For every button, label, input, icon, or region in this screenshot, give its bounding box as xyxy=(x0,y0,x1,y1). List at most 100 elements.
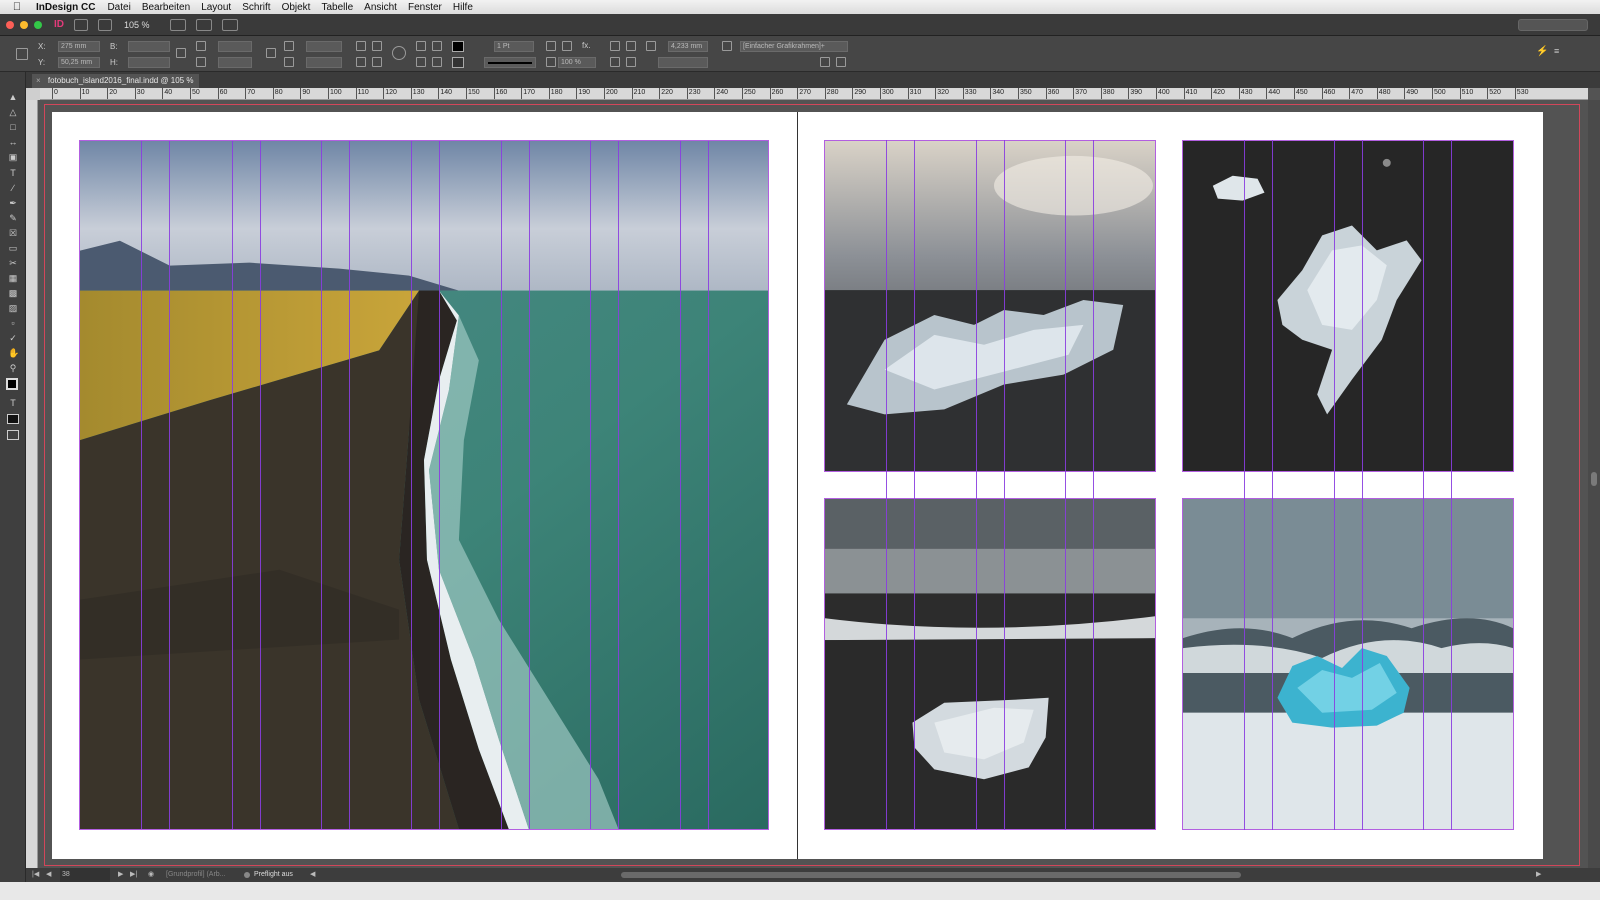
select-container-button[interactable] xyxy=(416,41,426,51)
constrain-scale-icon[interactable] xyxy=(266,48,276,58)
direct-selection-tool-icon[interactable]: △ xyxy=(8,107,18,117)
menu-tabelle[interactable]: Tabelle xyxy=(321,2,353,13)
opacity-field[interactable]: 100 % xyxy=(558,57,596,68)
content-collector-icon[interactable]: ▣ xyxy=(8,152,18,162)
rotate-cw-button[interactable] xyxy=(356,41,366,51)
close-window-button[interactable] xyxy=(6,20,14,29)
menu-datei[interactable]: Datei xyxy=(107,2,130,13)
fit-content-frame-icon[interactable] xyxy=(610,41,620,51)
stroke-swatch[interactable] xyxy=(452,57,464,68)
fill-swatch[interactable] xyxy=(452,41,464,52)
rotation-field[interactable] xyxy=(306,41,342,52)
image-frame-blue-ice[interactable] xyxy=(1182,498,1514,830)
view-options-button[interactable] xyxy=(98,18,112,31)
selection-tool-icon[interactable]: ▲ xyxy=(8,92,18,102)
offset-field[interactable]: 4,233 mm xyxy=(668,41,708,52)
arrange-documents-button[interactable] xyxy=(195,18,212,31)
open-document-icon[interactable]: ◉ xyxy=(148,868,154,882)
screen-mode-button[interactable] xyxy=(169,18,186,31)
shear-field[interactable] xyxy=(306,57,342,68)
lightning-icon[interactable]: ⚡ xyxy=(1536,46,1548,57)
app-menu[interactable]: InDesign CC xyxy=(36,2,95,13)
scroll-left-button[interactable]: ◀ xyxy=(310,868,315,882)
type-tool-icon[interactable]: T xyxy=(8,168,18,178)
bridge-button[interactable] xyxy=(74,18,88,31)
page-number-field[interactable]: 38 xyxy=(60,868,110,882)
y-position-field[interactable]: 50,25 mm xyxy=(58,57,100,68)
new-style-icon[interactable] xyxy=(836,57,846,67)
fill-frame-icon[interactable] xyxy=(562,41,572,51)
close-tab-icon[interactable]: × xyxy=(36,76,41,85)
zoom-level-dropdown[interactable]: 105 % xyxy=(124,20,150,30)
last-page-button[interactable]: ▶| xyxy=(130,868,137,882)
center-content-icon[interactable] xyxy=(610,57,620,67)
frame-fitting-icon[interactable] xyxy=(546,41,556,51)
page-tool-icon[interactable]: □ xyxy=(8,122,18,132)
constrain-proportions-icon[interactable] xyxy=(176,48,186,58)
vertical-ruler[interactable] xyxy=(26,100,38,868)
search-input[interactable] xyxy=(1518,19,1588,31)
stroke-weight-field[interactable]: 1 Pt xyxy=(494,41,534,52)
normal-view-icon[interactable] xyxy=(7,414,19,424)
vertical-scrollbar[interactable] xyxy=(1588,100,1600,868)
text-wrap-icon[interactable] xyxy=(646,41,656,51)
horizontal-ruler[interactable]: 0 10 20 30 40 50 60 70 80 90 100 110 120 130 140 150 160… xyxy=(40,88,1588,100)
pen-tool-icon[interactable]: ✒ xyxy=(8,198,18,208)
image-frame-aerial-coast[interactable] xyxy=(79,140,769,830)
zoom-tool-icon[interactable]: ⚲ xyxy=(8,363,18,373)
pencil-tool-icon[interactable]: ✎ xyxy=(8,213,18,223)
image-frame-ice-top[interactable] xyxy=(1182,140,1514,472)
zoom-window-button[interactable] xyxy=(34,20,42,29)
minimize-window-button[interactable] xyxy=(20,20,28,29)
panel-menu-icon[interactable]: ≡ xyxy=(1554,46,1564,56)
gradient-feather-tool-icon[interactable]: ▨ xyxy=(8,303,18,313)
menu-layout[interactable]: Layout xyxy=(201,2,231,13)
rotate-ccw-button[interactable] xyxy=(372,41,382,51)
rectangle-tool-icon[interactable]: ▭ xyxy=(8,243,18,253)
preflight-status-label[interactable]: Preflight aus xyxy=(254,868,293,882)
select-next-button[interactable] xyxy=(432,57,442,67)
fill-stroke-icon[interactable] xyxy=(6,378,18,390)
height-field[interactable] xyxy=(128,57,170,68)
horizontal-scroll-thumb[interactable] xyxy=(621,872,1241,878)
first-page-button[interactable]: |◀ xyxy=(32,868,39,882)
scale-y-field[interactable] xyxy=(218,57,252,68)
fit-frame-content-icon[interactable] xyxy=(626,41,636,51)
object-style-dropdown[interactable]: [Einfacher Grafikrahmen]+ xyxy=(740,41,848,52)
next-page-button[interactable]: ▶ xyxy=(118,868,123,882)
previous-page-button[interactable]: ◀ xyxy=(46,868,51,882)
stroke-type-dropdown[interactable] xyxy=(484,57,536,68)
width-field[interactable] xyxy=(128,41,170,52)
formatting-affects-container-icon[interactable]: T xyxy=(8,398,18,408)
ruler-origin[interactable] xyxy=(26,88,40,100)
pasteboard[interactable] xyxy=(40,100,1588,868)
apple-icon[interactable]:  xyxy=(10,1,24,13)
select-previous-button[interactable] xyxy=(416,57,426,67)
clear-overrides-icon[interactable] xyxy=(820,57,830,67)
image-frame-ice-sunlit[interactable] xyxy=(824,140,1156,472)
preflight-profile-dropdown[interactable]: [Grundprofil] (Arb... xyxy=(166,868,226,882)
menu-bearbeiten[interactable]: Bearbeiten xyxy=(142,2,190,13)
note-tool-icon[interactable]: ▫ xyxy=(8,318,18,328)
workspace-button[interactable] xyxy=(221,18,238,31)
menu-hilfe[interactable]: Hilfe xyxy=(453,2,473,13)
hand-tool-icon[interactable]: ✋ xyxy=(8,348,19,358)
line-tool-icon[interactable]: ∕ xyxy=(8,183,18,193)
menu-schrift[interactable]: Schrift xyxy=(242,2,270,13)
menu-ansicht[interactable]: Ansicht xyxy=(364,2,397,13)
x-position-field[interactable]: 275 mm xyxy=(58,41,100,52)
scale-x-field[interactable] xyxy=(218,41,252,52)
image-frame-ice-grey-surf[interactable] xyxy=(824,498,1156,830)
screen-mode-icon[interactable] xyxy=(7,430,19,440)
gradient-swatch-tool-icon[interactable]: ▩ xyxy=(8,288,18,298)
vertical-scroll-thumb[interactable] xyxy=(1591,472,1597,486)
reference-point-icon[interactable] xyxy=(16,48,28,60)
gap-tool-icon[interactable]: ↔ xyxy=(8,137,18,147)
menu-objekt[interactable]: Objekt xyxy=(282,2,311,13)
document-tab[interactable]: × fotobuch_island2016_final.indd @ 105 % xyxy=(32,74,200,88)
scroll-right-button[interactable]: ▶ xyxy=(1536,868,1541,882)
fill-proportionally-icon[interactable] xyxy=(626,57,636,67)
rectangle-frame-tool-icon[interactable]: ☒ xyxy=(8,228,18,238)
corner-options-field[interactable] xyxy=(658,57,708,68)
scissors-tool-icon[interactable]: ✂ xyxy=(8,258,18,268)
